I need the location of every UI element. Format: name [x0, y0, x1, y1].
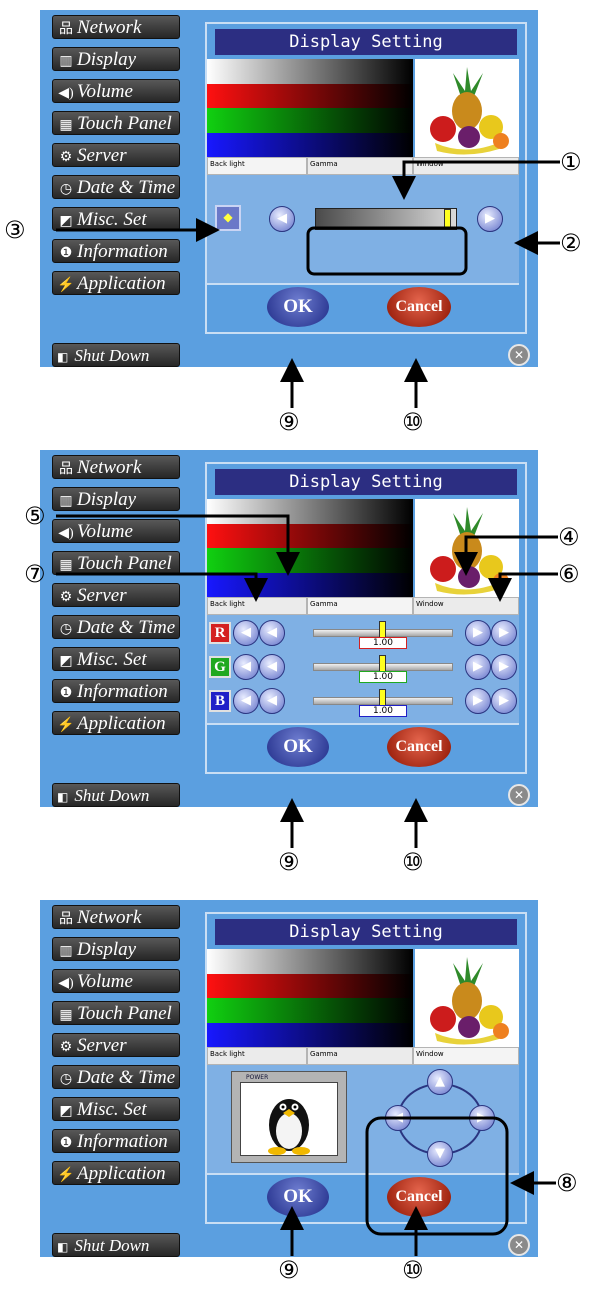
- callout-1: ①: [560, 148, 582, 176]
- callout-3: ③: [4, 216, 26, 244]
- callout-7: ⑦: [24, 560, 46, 588]
- callout-10: ⑩: [402, 408, 424, 436]
- callout-9: ⑨: [278, 408, 300, 436]
- callout-10: ⑩: [402, 1256, 424, 1284]
- callout-2: ②: [560, 229, 582, 257]
- callout-5: ⑤: [24, 502, 46, 530]
- callout-9: ⑨: [278, 848, 300, 876]
- callout-8: ⑧: [556, 1169, 578, 1197]
- callout-6: ⑥: [558, 560, 580, 588]
- callout-9: ⑨: [278, 1256, 300, 1284]
- callout-overlay: [56, 160, 560, 1256]
- callout-10: ⑩: [402, 848, 424, 876]
- callout-4: ④: [558, 523, 580, 551]
